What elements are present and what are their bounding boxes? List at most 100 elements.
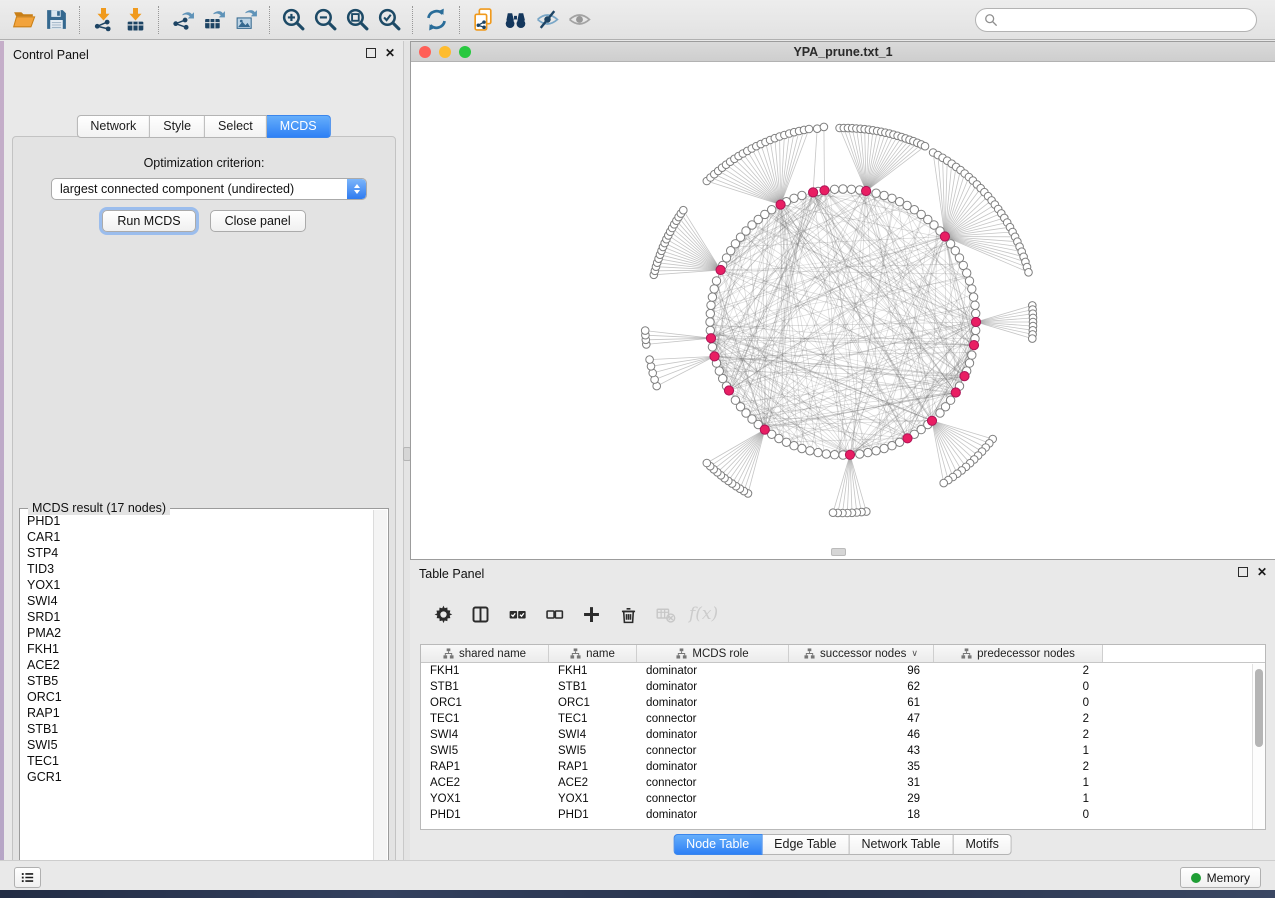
network-window: YPA_prune.txt_1 <box>410 41 1275 560</box>
tab-style[interactable]: Style <box>150 115 205 138</box>
table-cell: connector <box>637 711 789 727</box>
export-image-button[interactable] <box>230 4 262 36</box>
save-session-icon <box>44 7 69 32</box>
mcds-result-item[interactable]: SWI4 <box>27 593 372 609</box>
mcds-result-item[interactable]: FKH1 <box>27 641 372 657</box>
float-table-panel-icon[interactable] <box>1238 567 1248 577</box>
table-row[interactable]: ORC1ORC1dominator610 <box>421 695 1265 711</box>
mcds-result-item[interactable]: ORC1 <box>27 689 372 705</box>
mcds-result-item[interactable]: GCR1 <box>27 769 372 785</box>
table-cell: YOX1 <box>421 791 549 807</box>
mcds-result-group: MCDS result (17 nodes) PHD1CAR1STP4TID3Y… <box>19 508 389 880</box>
table-row[interactable]: ACE2ACE2connector311 <box>421 775 1265 791</box>
table-cell: 43 <box>789 743 934 759</box>
close-panel-icon[interactable]: ✕ <box>385 48 395 58</box>
main-toolbar <box>0 0 1275 40</box>
network-window-titlebar[interactable]: YPA_prune.txt_1 <box>411 42 1275 62</box>
minimize-window-light[interactable] <box>439 46 451 58</box>
column-header-name[interactable]: name <box>549 645 637 662</box>
mcds-result-item[interactable]: RAP1 <box>27 705 372 721</box>
mcds-result-item[interactable]: ACE2 <box>27 657 372 673</box>
create-column-button[interactable] <box>578 601 604 627</box>
hide-selected-button[interactable] <box>531 4 563 36</box>
table-cell: dominator <box>637 663 789 679</box>
mcds-result-item[interactable]: TID3 <box>27 561 372 577</box>
optimization-criterion-select[interactable]: largest connected component (undirected) <box>51 178 367 200</box>
first-neighbors-icon <box>503 7 528 32</box>
tab-network-table[interactable]: Network Table <box>850 834 954 855</box>
delete-columns-button[interactable] <box>615 601 641 627</box>
export-network-button[interactable] <box>166 4 198 36</box>
fit-content-button[interactable] <box>341 4 373 36</box>
tab-select[interactable]: Select <box>205 115 267 138</box>
mcds-list-scrollbar[interactable] <box>373 510 387 878</box>
mcds-result-item[interactable]: TEC1 <box>27 753 372 769</box>
mcds-result-item[interactable]: PHD1 <box>27 513 372 529</box>
table-row[interactable]: TEC1TEC1connector472 <box>421 711 1265 727</box>
zoom-out-button[interactable] <box>309 4 341 36</box>
mcds-result-item[interactable]: SWI5 <box>27 737 372 753</box>
table-scrollbar[interactable] <box>1252 664 1265 829</box>
deselect-all-rows-button[interactable] <box>541 601 567 627</box>
column-header-successor-nodes[interactable]: successor nodes∨ <box>789 645 934 662</box>
window-traffic-lights <box>419 46 471 58</box>
mcds-result-item[interactable]: PMA2 <box>27 625 372 641</box>
export-table-button[interactable] <box>198 4 230 36</box>
mcds-result-item[interactable]: STB1 <box>27 721 372 737</box>
float-panel-icon[interactable] <box>366 48 376 58</box>
import-table-button[interactable] <box>119 4 151 36</box>
tab-mcds[interactable]: MCDS <box>267 115 331 138</box>
mcds-result-item[interactable]: STB5 <box>27 673 372 689</box>
close-panel-button[interactable]: Close panel <box>210 210 306 232</box>
mcds-result-item[interactable]: SRD1 <box>27 609 372 625</box>
show-columns-icon <box>470 604 491 625</box>
first-neighbors-button[interactable] <box>499 4 531 36</box>
table-cell: STB1 <box>549 679 637 695</box>
table-row[interactable]: PHD1PHD1dominator180 <box>421 807 1265 823</box>
search-input[interactable] <box>998 10 1256 30</box>
control-panel-header: Control Panel ✕ <box>4 41 403 69</box>
task-history-button[interactable] <box>14 867 41 888</box>
horizontal-splitter-handle[interactable] <box>831 548 846 556</box>
table-row[interactable]: RAP1RAP1dominator352 <box>421 759 1265 775</box>
attribute-icon <box>570 648 581 659</box>
tab-node-table[interactable]: Node Table <box>673 834 762 855</box>
table-row[interactable]: YOX1YOX1connector291 <box>421 791 1265 807</box>
select-all-rows-button[interactable] <box>504 601 530 627</box>
table-scrollbar-thumb[interactable] <box>1255 669 1263 747</box>
tab-motifs[interactable]: Motifs <box>953 834 1011 855</box>
tab-network[interactable]: Network <box>76 115 150 138</box>
table-row[interactable]: STB1STB1dominator620 <box>421 679 1265 695</box>
table-row[interactable]: SWI4SWI4dominator462 <box>421 727 1265 743</box>
new-network-from-selection-button[interactable] <box>467 4 499 36</box>
table-cell: 46 <box>789 727 934 743</box>
search-box[interactable] <box>975 8 1257 32</box>
memory-button[interactable]: Memory <box>1180 867 1261 888</box>
table-row[interactable]: SWI5SWI5connector431 <box>421 743 1265 759</box>
close-window-light[interactable] <box>419 46 431 58</box>
table-cell: 31 <box>789 775 934 791</box>
run-mcds-button[interactable]: Run MCDS <box>102 210 195 232</box>
refresh-icon <box>424 7 449 32</box>
network-canvas[interactable] <box>411 62 1274 559</box>
table-mode-button[interactable] <box>430 601 456 627</box>
column-header-MCDS-role[interactable]: MCDS role <box>637 645 789 662</box>
show-columns-button[interactable] <box>467 601 493 627</box>
open-session-button[interactable] <box>8 4 40 36</box>
zoom-selected-button[interactable] <box>373 4 405 36</box>
import-network-button[interactable] <box>87 4 119 36</box>
table-cell: SWI4 <box>549 727 637 743</box>
mcds-result-item[interactable]: STP4 <box>27 545 372 561</box>
mcds-result-item[interactable]: CAR1 <box>27 529 372 545</box>
column-header-shared-name[interactable]: shared name <box>421 645 549 662</box>
tab-edge-table[interactable]: Edge Table <box>762 834 849 855</box>
mcds-result-item[interactable]: YOX1 <box>27 577 372 593</box>
refresh-button[interactable] <box>420 4 452 36</box>
deselect-all-rows-icon <box>544 604 565 625</box>
save-session-button[interactable] <box>40 4 72 36</box>
column-header-predecessor-nodes[interactable]: predecessor nodes <box>934 645 1103 662</box>
close-table-panel-icon[interactable]: ✕ <box>1257 567 1267 577</box>
zoom-in-button[interactable] <box>277 4 309 36</box>
zoom-window-light[interactable] <box>459 46 471 58</box>
table-row[interactable]: FKH1FKH1dominator962 <box>421 663 1265 679</box>
